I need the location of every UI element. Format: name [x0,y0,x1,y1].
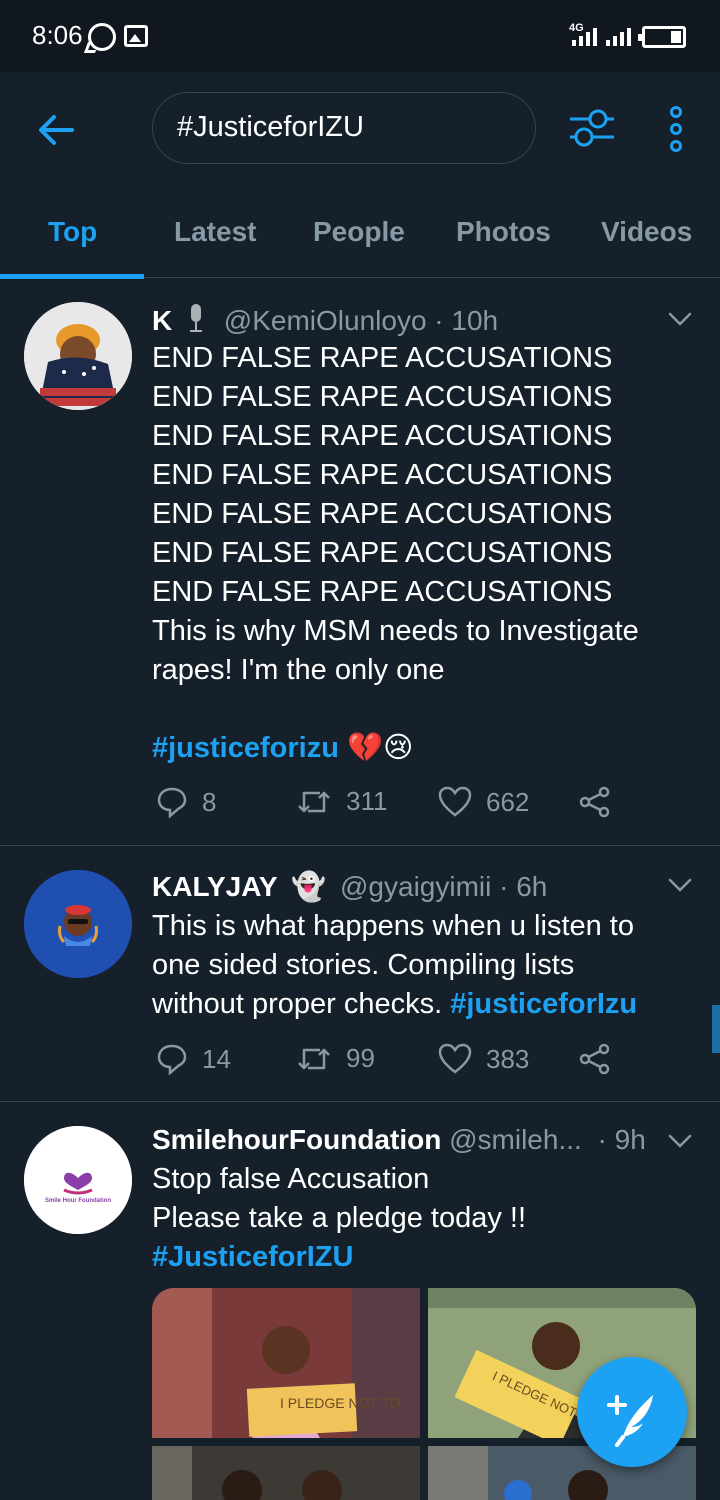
tab-latest[interactable]: Latest [174,216,256,248]
share-button[interactable] [578,1043,612,1075]
tweet-text: This is what happens when u listen to on… [152,907,692,1024]
chevron-down-icon[interactable] [668,1134,692,1148]
chevron-down-icon[interactable] [668,878,692,892]
tweet-line: rapes! I'm the only one [152,654,445,686]
retweet-count: 99 [346,1043,375,1073]
battery-icon [638,26,686,48]
scrollbar-thumb[interactable] [712,1005,720,1053]
avatar-image [24,870,132,978]
tweet-line: This is why MSM needs to Investigate [152,615,639,647]
share-icon [579,1043,610,1075]
retweet-count: 311 [346,786,388,816]
status-bar: 8:06 4G [0,0,720,72]
top-bar: #JusticeforIZU Top Latest People Photos … [0,72,720,279]
status-time: 8:06 [32,20,83,50]
tweet-line: END FALSE RAPE ACCUSATIONS [152,381,613,413]
tweet-line: Stop false Accusation [152,1163,430,1195]
avatar[interactable]: Smile Hour Foundation [24,1126,132,1234]
author-name[interactable]: K [152,305,172,336]
tweet-line: This is what happens when u listen to [152,910,634,942]
tab-bar: Top Latest People Photos Videos [0,202,720,279]
author-handle: @gyaigyimii · 6h [340,871,548,902]
signal-icon-2 [606,28,631,46]
tweet-time: · 9h [597,1124,646,1155]
back-arrow-icon[interactable] [36,110,76,150]
tweet-line: END FALSE RAPE ACCUSATIONS [152,576,613,608]
media-photo-3[interactable] [152,1446,420,1500]
avatar-image [24,302,132,410]
more-vertical-icon[interactable] [664,106,688,152]
like-count: 383 [486,1043,530,1074]
active-tab-indicator [0,274,144,279]
like-count: 662 [486,786,530,817]
microphone-icon [190,304,203,332]
like-button[interactable]: 383 [438,1043,529,1075]
reply-button[interactable]: 8 [156,786,216,818]
avatar[interactable] [24,870,132,978]
chevron-down-icon[interactable] [668,312,692,326]
author-name[interactable]: SmilehourFoundation [152,1124,441,1155]
tweet-line: without proper checks. [152,988,443,1020]
whatsapp-icon [88,23,116,51]
tab-top[interactable]: Top [48,216,97,248]
tweet-line: one sided stories. Compiling lists [152,949,575,981]
filter-icon[interactable] [568,106,616,148]
tweet-header: K @KemiOlunloyo · 10h [152,302,498,337]
tweet-header: KALYJAY 👻 @gyaigyimii · 6h [152,870,547,903]
compose-icon [607,1395,653,1447]
tweet-line: Please take a pledge today !! [152,1202,527,1234]
share-icon [579,786,610,818]
share-button[interactable] [578,786,612,818]
tweet-2[interactable]: KALYJAY 👻 @gyaigyimii · 6h This is what … [0,848,720,1102]
retweet-button[interactable]: 311 [296,786,387,817]
signal-icon [572,28,597,46]
tweet-actions: 8 311 662 [152,786,652,826]
tweet-line: END FALSE RAPE ACCUSATIONS [152,498,613,530]
tweet-line: END FALSE RAPE ACCUSATIONS [152,342,613,374]
tweet-text: END FALSE RAPE ACCUSATIONS END FALSE RAP… [152,339,692,768]
tweet-line: END FALSE RAPE ACCUSATIONS [152,537,613,569]
retweet-icon [298,791,330,812]
tweet-text: Stop false Accusation Please take a pled… [152,1160,692,1277]
tab-photos[interactable]: Photos [456,216,551,248]
author-name[interactable]: KALYJAY [152,871,278,902]
tweet-header: SmilehourFoundation @smileh... · 9h [152,1124,646,1156]
tweet-line: END FALSE RAPE ACCUSATIONS [152,459,613,491]
avatar-image: Smile Hour Foundation [24,1126,132,1234]
author-handle: @KemiOlunloyo · 10h [223,305,499,336]
gallery-icon [124,25,148,47]
tab-videos[interactable]: Videos [601,216,692,248]
reply-icon [157,787,187,818]
reply-count: 8 [202,786,217,817]
retweet-icon [298,1048,330,1069]
emoji: 💔😢 [347,732,414,764]
search-query: #JusticeforIZU [177,111,364,143]
sign-text: I PLEDGE NOT TO [280,1395,401,1411]
tweet-1[interactable]: K @KemiOlunloyo · 10h END FALSE RAPE ACC… [0,280,720,846]
author-handle: @smileh... [449,1124,582,1155]
like-button[interactable]: 662 [438,786,529,818]
like-icon [438,786,472,817]
hashtag-link[interactable]: #justiceforizu [152,732,339,764]
compose-tweet-button[interactable] [577,1357,687,1467]
retweet-button[interactable]: 99 [296,1043,375,1074]
media-photo-1[interactable]: I PLEDGE NOT TO [152,1288,420,1438]
tab-people[interactable]: People [313,216,405,248]
ghost-emoji: 👻 [291,871,327,902]
reply-button[interactable]: 14 [156,1043,231,1075]
reply-icon [157,1044,187,1075]
hashtag-link[interactable]: #JusticeforIZU [152,1238,692,1277]
search-input[interactable]: #JusticeforIZU [152,92,536,164]
like-icon [438,1043,472,1074]
tweet-actions: 14 99 383 [152,1043,652,1083]
avatar[interactable] [24,302,132,410]
hashtag-link[interactable]: #justiceforIzu [450,988,637,1020]
tweet-line: END FALSE RAPE ACCUSATIONS [152,420,613,452]
logo-text: Smile Hour Foundation [45,1198,111,1204]
reply-count: 14 [202,1043,231,1074]
